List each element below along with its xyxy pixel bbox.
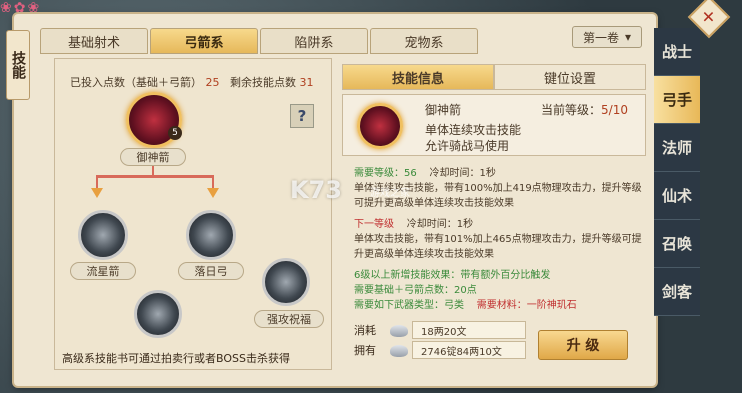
skill-level-badge: 5 xyxy=(168,126,182,140)
skill-book-note: 高级系技能书可通过拍卖行或者BOSS击杀获得 xyxy=(62,352,290,365)
remaining-label: 剩余技能点数 xyxy=(230,76,296,89)
consume-value: 18两20文 xyxy=(412,321,526,339)
tree-connector xyxy=(96,175,214,178)
cherry-blossom-decoration: ❀✿❀ xyxy=(0,0,42,16)
req-row: 需要如下武器类型：弓类 需要材料：一阶神玑石 xyxy=(354,298,644,313)
tier-note: 6级以上新增技能效果：带有额外百分比触发 xyxy=(354,270,551,281)
info-tabs: 技能信息 键位设置 xyxy=(342,64,646,90)
skill-summary-box: 御神箭 当前等级：5/10 单体连续攻击技能 允许骑战马使用 xyxy=(342,94,646,156)
tree-connector xyxy=(96,175,98,189)
skill-node-luorigong[interactable] xyxy=(186,210,236,260)
skill-desc-2: 允许骑战马使用 xyxy=(425,139,510,153)
req-material: 需要材料：一阶神玑石 xyxy=(476,300,577,311)
tab-pet[interactable]: 宠物系 xyxy=(370,28,478,54)
skill-info-panel: 技能信息 键位设置 御神箭 当前等级：5/10 单体连续攻击技能 允许骑战马使用… xyxy=(342,64,646,374)
upgrade-button[interactable]: 升 级 xyxy=(538,330,628,360)
skill-name-label: 落日弓 xyxy=(178,262,244,280)
chevron-down-icon: ▾ xyxy=(624,30,632,44)
tab-skill-info[interactable]: 技能信息 xyxy=(342,64,494,90)
side-nav-warrior[interactable]: 战士 xyxy=(654,28,700,76)
watermark-logo: K73 xyxy=(290,176,342,204)
skill-level-text: 当前等级：5/10 xyxy=(541,101,628,118)
own-value: 2746锭84两10文 xyxy=(412,341,526,359)
own-label: 拥有 xyxy=(354,344,376,357)
invested-label: 已投入点数（基础＋弓箭） xyxy=(70,76,202,89)
side-nav-swordsman[interactable]: 剑客 xyxy=(654,268,700,316)
tab-trap[interactable]: 陷阱系 xyxy=(260,28,368,54)
watermark-subtitle: 游戏之家 xyxy=(370,188,410,199)
next-level-row: 下一等级 冷却时间：1秒 xyxy=(354,217,644,232)
req-level-row: 需要等级：56 冷却时间：1秒 xyxy=(354,166,644,181)
skill-info-icon xyxy=(357,103,403,149)
tree-connector xyxy=(212,175,214,189)
skill-name-label: 御神箭 xyxy=(120,148,186,166)
class-side-nav: 战士 弓手 法师 仙术 召唤 剑客 xyxy=(654,28,700,316)
next-cooldown-value: 1秒 xyxy=(456,219,474,230)
invested-value: 25 xyxy=(205,76,220,89)
skill-node-qianggongzhufu[interactable] xyxy=(262,258,310,306)
req-level-label: 需要等级： xyxy=(354,168,404,179)
req-level-value: 56 xyxy=(404,168,417,179)
skill-category-tabs: 基础射术 弓箭系 陷阱系 宠物系 xyxy=(40,28,478,54)
volume-label: 第一卷 xyxy=(582,30,619,45)
skill-node-liuxingjian[interactable] xyxy=(78,210,128,260)
skill-scroll-label: 技能 xyxy=(6,30,30,100)
req-weapon: 需要如下武器类型：弓类 xyxy=(354,300,464,311)
next-effect: 单体攻击技能，带有101%加上465点物理攻击力，提升等级可提升更高级单体连续攻… xyxy=(354,234,642,260)
side-nav-mage[interactable]: 法师 xyxy=(654,124,700,172)
help-button[interactable]: ? xyxy=(290,104,314,128)
silver-coin-icon xyxy=(390,325,408,337)
side-nav-summoner[interactable]: 召唤 xyxy=(654,220,700,268)
close-icon: ✕ xyxy=(702,7,716,27)
tab-basic-archery[interactable]: 基础射术 xyxy=(40,28,148,54)
volume-select[interactable]: 第一卷 ▾ xyxy=(572,26,642,48)
remaining-value: 31 xyxy=(299,76,314,89)
tab-bow[interactable]: 弓箭系 xyxy=(150,28,258,54)
side-nav-archer[interactable]: 弓手 xyxy=(654,76,700,124)
arrow-down-icon xyxy=(207,188,219,198)
cooldown-value: 1秒 xyxy=(479,168,496,179)
skill-name-label: 强攻祝福 xyxy=(254,310,324,328)
next-cooldown-label: 冷却时间： xyxy=(406,219,457,230)
points-summary: 已投入点数（基础＋弓箭） 25 剩余技能点数 31 xyxy=(70,74,314,90)
side-nav-immortal[interactable]: 仙术 xyxy=(654,172,700,220)
req-points: 需要基础＋弓箭点数：20点 xyxy=(354,285,477,296)
next-level-label: 下一等级 xyxy=(354,219,394,230)
cooldown-label: 冷却时间： xyxy=(429,168,480,179)
silver-coin-icon xyxy=(390,345,408,357)
arrow-down-icon xyxy=(91,188,103,198)
consume-label: 消耗 xyxy=(354,324,376,337)
skill-level-value: 5/10 xyxy=(601,103,628,117)
tab-key-settings[interactable]: 键位设置 xyxy=(494,64,646,90)
skill-name-label: 流星箭 xyxy=(70,262,136,280)
skill-desc-1: 单体连续攻击技能 xyxy=(425,123,522,137)
skill-level-label: 当前等级： xyxy=(541,103,602,117)
skill-info-name: 御神箭 xyxy=(425,103,462,117)
skill-node-locked[interactable] xyxy=(134,290,182,338)
